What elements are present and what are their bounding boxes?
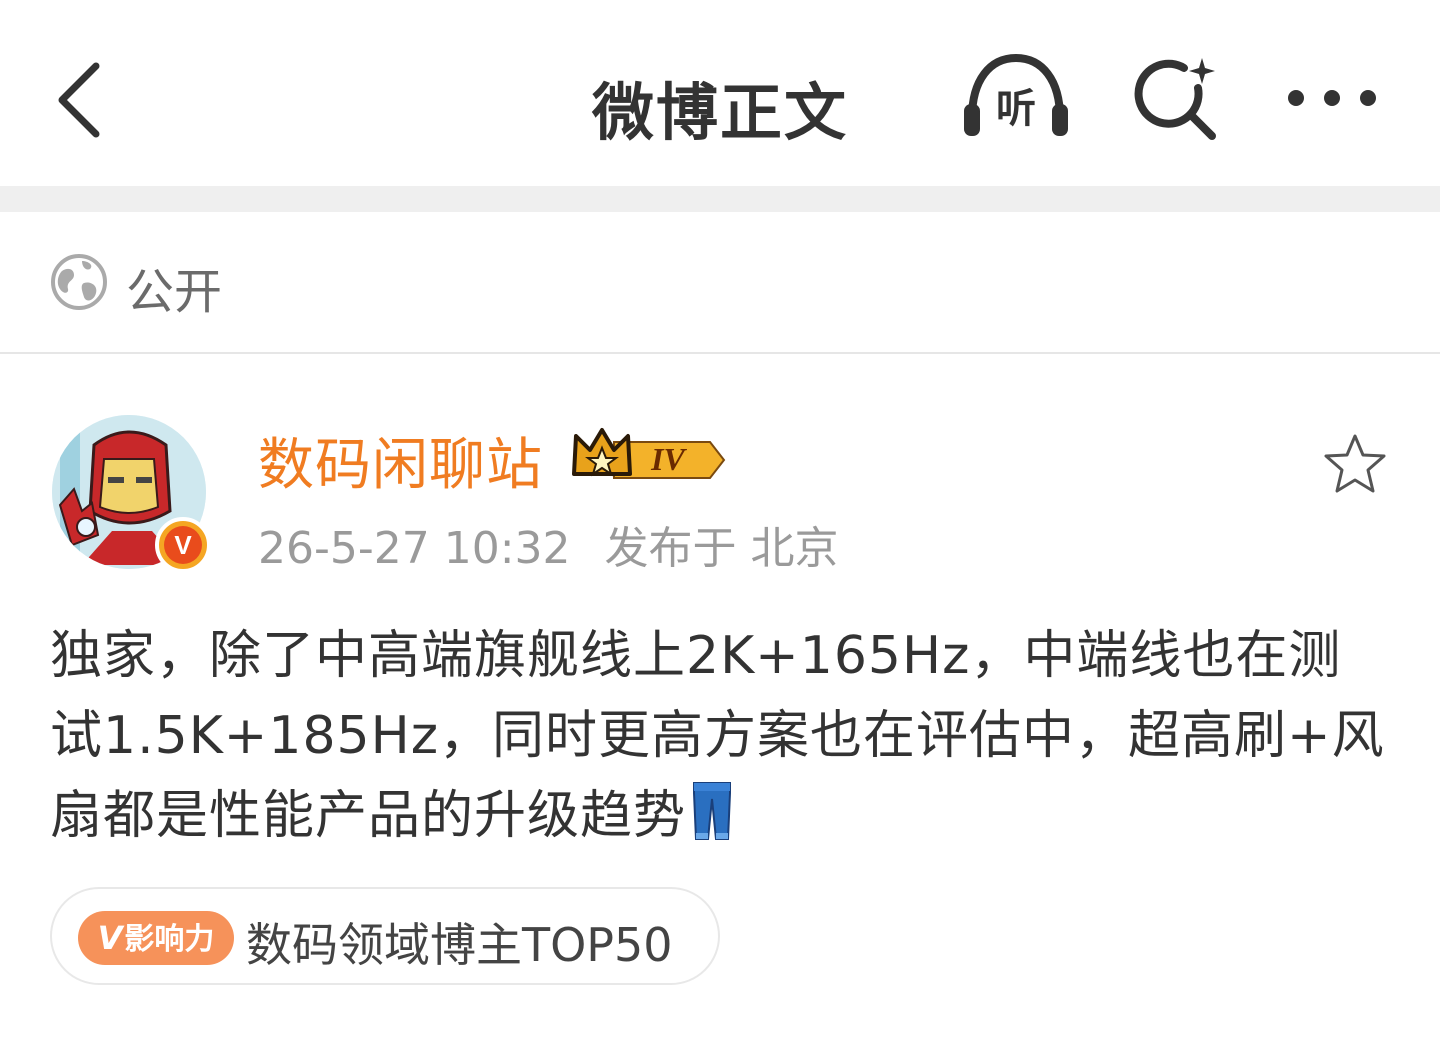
verified-badge: V <box>155 517 211 573</box>
top-navigation-bar: 微博正文 听 <box>0 0 1440 186</box>
influence-badge-label: 影响力 <box>124 922 215 957</box>
post-content: 独家，除了中高端旗舰线上2K+165Hz，中端线也在测试1.5K+185Hz，同… <box>50 616 1390 856</box>
back-chevron-icon[interactable] <box>50 58 110 142</box>
globe-icon <box>50 253 108 311</box>
search-sparkle-icon[interactable] <box>1130 54 1222 146</box>
favorite-star-icon[interactable] <box>1322 432 1388 496</box>
author-name[interactable]: 数码闲聊站 <box>258 420 543 501</box>
page-title: 微博正文 <box>591 76 848 149</box>
influence-tag-text: 数码领域博主TOP50 <box>246 918 673 972</box>
crown-level-badge: IV <box>570 422 726 484</box>
verified-mark: V <box>164 526 202 564</box>
influence-badge-v: V <box>97 919 123 957</box>
level-badge-text: IV <box>650 441 687 477</box>
jeans-emoji-icon <box>690 779 734 841</box>
influence-tag[interactable]: V影响力 数码领域博主TOP50 <box>50 887 720 985</box>
section-divider <box>0 186 1440 212</box>
listen-label: 听 <box>996 86 1036 132</box>
visibility-label: 公开 <box>126 264 223 320</box>
post-location: 发布于 北京 <box>604 523 839 574</box>
post-time: 26-5-27 10:32 <box>258 523 571 574</box>
listen-headphones-icon[interactable]: 听 <box>958 52 1074 144</box>
post-meta: 26-5-27 10:32 发布于 北京 <box>258 512 839 576</box>
influence-badge: V影响力 <box>78 911 234 965</box>
more-dots-icon[interactable] <box>1284 78 1380 118</box>
